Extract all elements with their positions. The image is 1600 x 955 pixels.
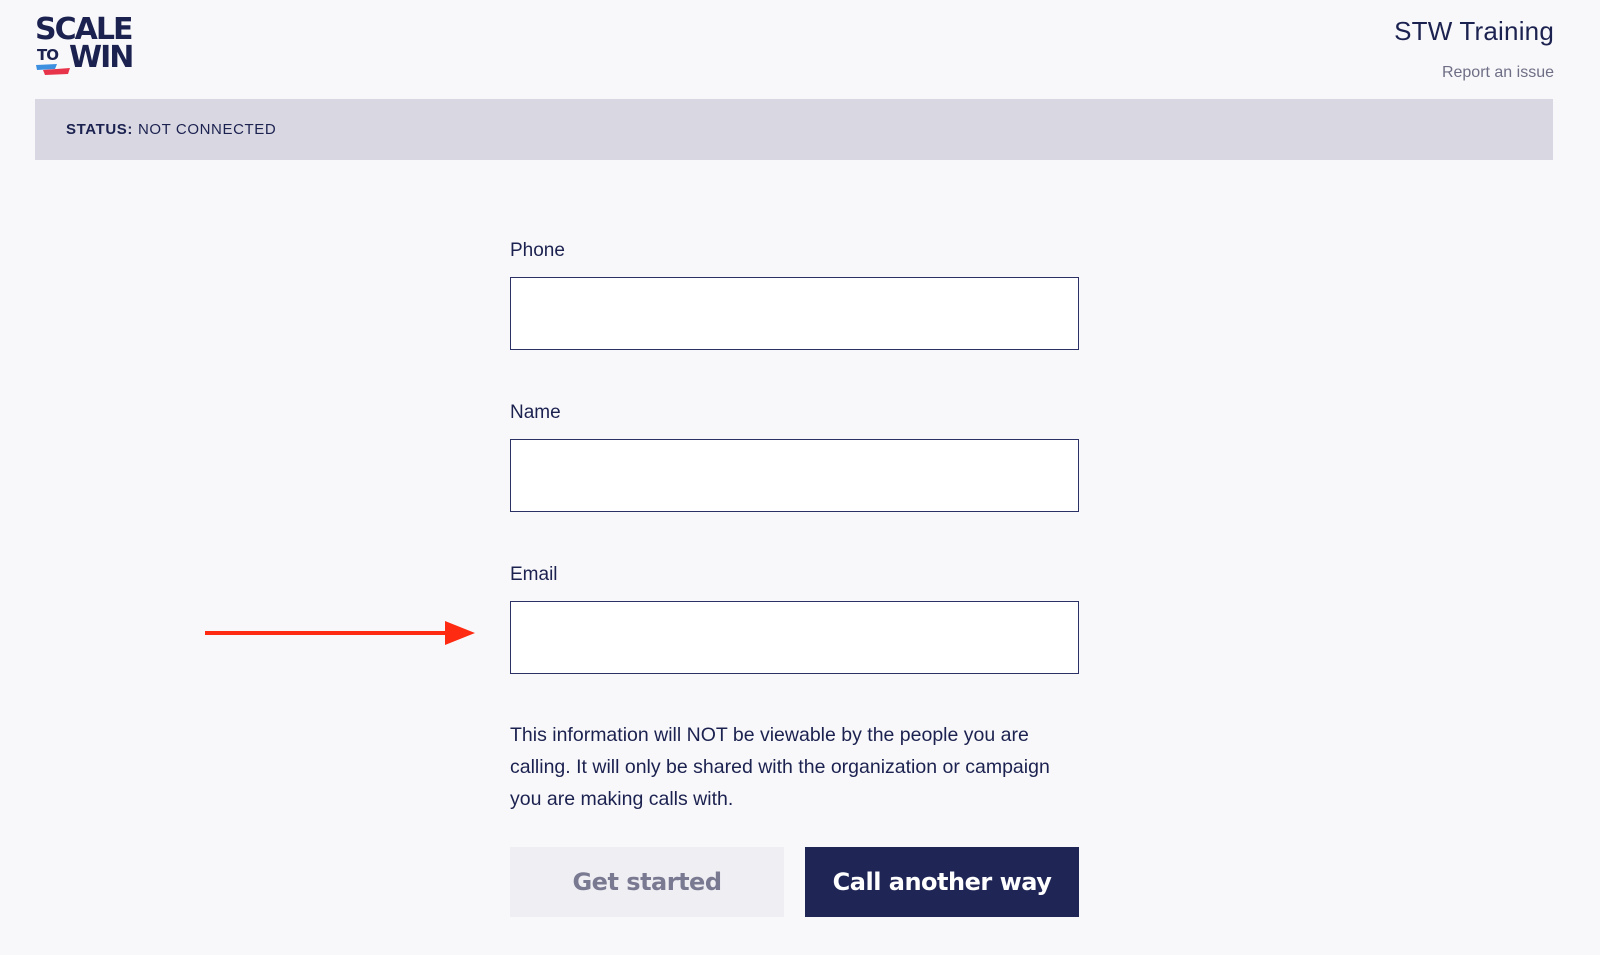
name-field-group: Name — [510, 402, 1080, 512]
email-input[interactable] — [510, 601, 1079, 674]
logo-swoosh-icon — [36, 64, 70, 75]
call-another-way-button[interactable]: Call another way — [805, 847, 1079, 917]
name-input[interactable] — [510, 439, 1079, 512]
status-label: STATUS: — [66, 121, 133, 138]
red-arrow-icon — [205, 621, 475, 645]
caller-info-form: Phone Name Email This information will N… — [510, 240, 1080, 815]
report-issue-link[interactable]: Report an issue — [1442, 64, 1554, 82]
page: SCALE TO WIN STW Training Report an issu… — [0, 0, 1600, 955]
action-buttons: Get started Call another way — [510, 847, 1079, 917]
phone-input[interactable] — [510, 277, 1079, 350]
name-label: Name — [510, 402, 561, 423]
phone-field-group: Phone — [510, 240, 1080, 350]
scale-to-win-logo[interactable]: SCALE TO WIN — [35, 15, 145, 79]
get-started-button[interactable]: Get started — [510, 847, 784, 917]
phone-label: Phone — [510, 240, 565, 261]
email-label: Email — [510, 564, 558, 585]
logo-text-to: TO — [37, 46, 59, 64]
app-title: STW Training — [1394, 16, 1554, 46]
status-bar: STATUS: NOT CONNECTED — [35, 99, 1553, 160]
privacy-disclaimer: This information will NOT be viewable by… — [510, 724, 1050, 810]
logo-text-win: WIN — [69, 40, 134, 75]
status-value: NOT CONNECTED — [137, 121, 277, 138]
email-field-group: Email — [510, 564, 1080, 674]
